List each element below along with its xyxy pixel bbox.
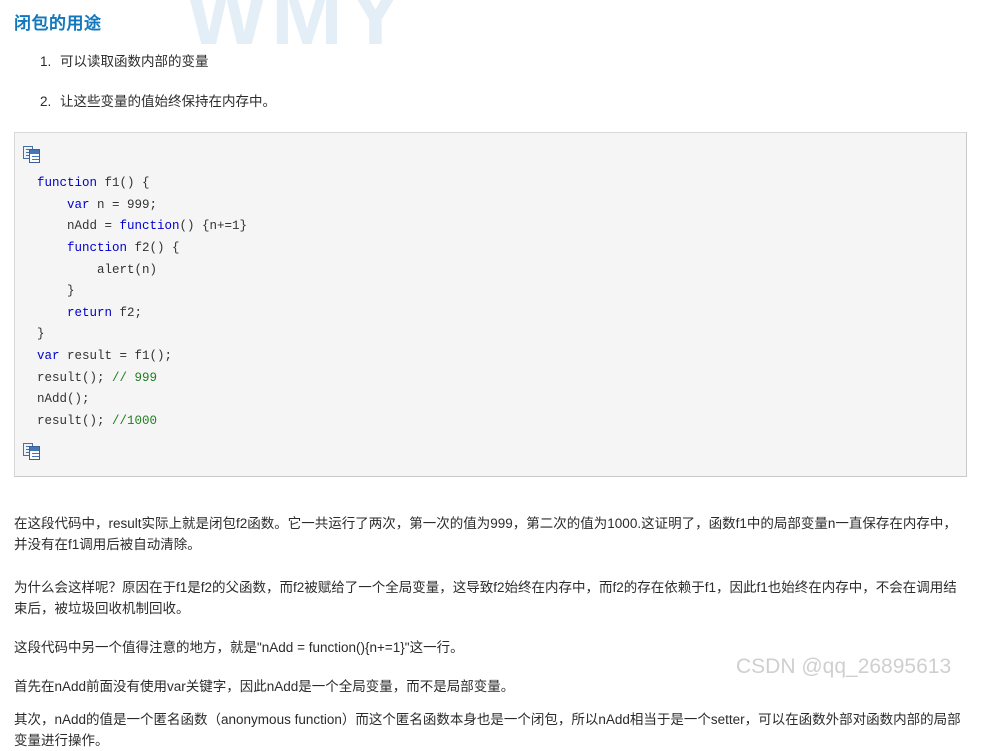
paragraph-2: 为什么会这样呢？原因在于f1是f2的父函数，而f2被赋给了一个全局变量，这导致f… xyxy=(14,580,957,617)
copy-code-button-bottom[interactable] xyxy=(15,432,966,466)
copy-icon[interactable] xyxy=(23,442,41,460)
code-block: function f1() { var n = 999; nAdd = func… xyxy=(14,132,967,478)
article-page: 闭包的用途 1. 可以读取函数内部的变量 2. 让这些变量的值始终保持在内存中。… xyxy=(0,0,981,751)
list-item-label: 让这些变量的值始终保持在内存中。 xyxy=(60,94,276,110)
watermark-csdn: CSDN @qq_26895613 xyxy=(736,655,952,678)
paragraph-4: 首先在nAdd前面没有使用var关键字，因此nAdd是一个全局变量，而不是局部变… xyxy=(14,679,515,695)
article-body: 在这段代码中，result实际上就是闭包f2函数。它一共运行了两次，第一次的值为… xyxy=(0,513,981,751)
copy-code-button-top[interactable] xyxy=(15,142,966,169)
list-item-number: 1. xyxy=(40,53,52,69)
list-item: 2. 让这些变量的值始终保持在内存中。 xyxy=(40,92,981,112)
page-title: 闭包的用途 xyxy=(14,14,102,33)
paragraph-5: 其次，nAdd的值是一个匿名函数（anonymous function）而这个匿… xyxy=(14,712,961,749)
list-item-number: 2. xyxy=(40,94,52,110)
list-item-label: 可以读取函数内部的变量 xyxy=(60,53,209,69)
usage-list: 1. 可以读取函数内部的变量 2. 让这些变量的值始终保持在内存中。 xyxy=(0,52,981,113)
paragraph-1: 在这段代码中，result实际上就是闭包f2函数。它一共运行了两次，第一次的值为… xyxy=(14,516,957,553)
list-item: 1. 可以读取函数内部的变量 xyxy=(40,52,981,72)
copy-icon[interactable] xyxy=(23,145,41,163)
code-content: function f1() { var n = 999; nAdd = func… xyxy=(37,176,248,428)
